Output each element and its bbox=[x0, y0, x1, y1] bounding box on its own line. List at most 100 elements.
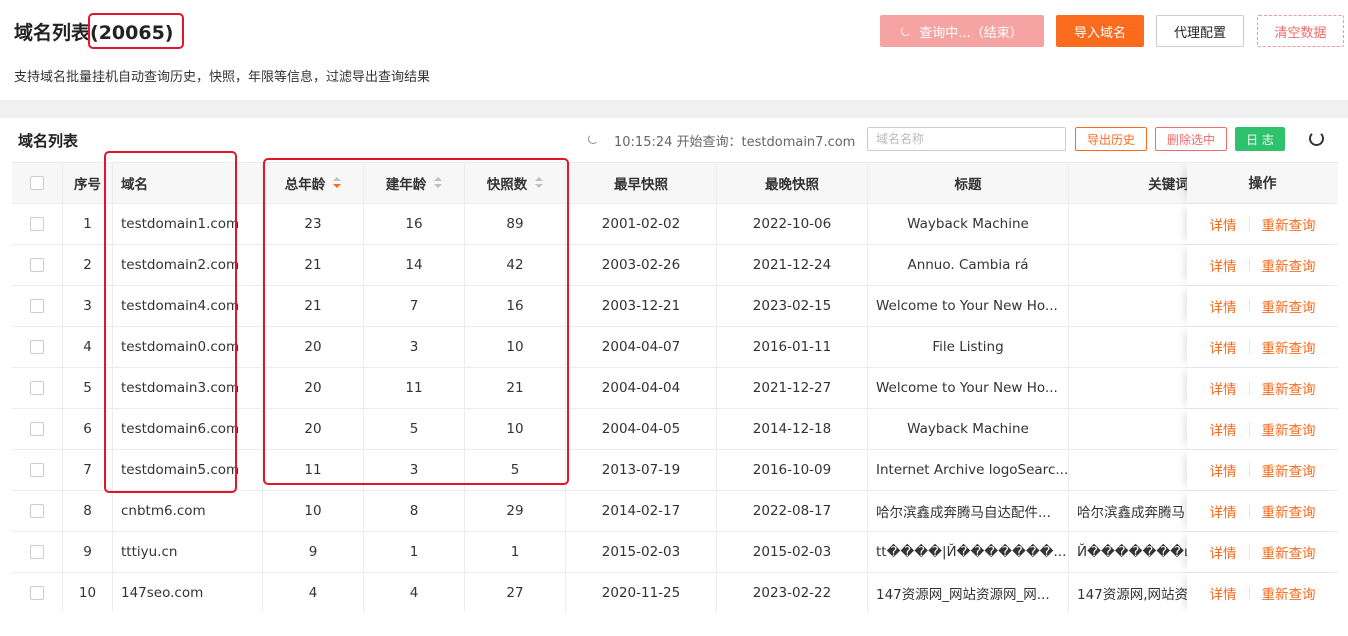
cell-no: 10 bbox=[63, 573, 113, 612]
cell-total-age: 20 bbox=[263, 327, 364, 367]
col-header-build-age[interactable]: 建年龄 bbox=[364, 163, 465, 203]
delete-selected-button[interactable]: 删除选中 bbox=[1155, 127, 1227, 151]
sort-desc-icon[interactable] bbox=[333, 177, 342, 189]
row-select-cell bbox=[12, 327, 63, 367]
cell-latest: 2021-12-24 bbox=[717, 245, 868, 285]
table-row: 5 testdomain3.com 20 11 21 2004-04-04 2021-12-… bbox=[12, 368, 1338, 409]
table-row: 9 tttiyu.cn 9 1 1 2015-02-03 2015-02-03 tt����|… bbox=[12, 532, 1338, 573]
cell-earliest: 2015-02-03 bbox=[566, 532, 717, 572]
requery-link[interactable]: 重新查询 bbox=[1262, 337, 1316, 357]
querying-stop-button[interactable]: 查询中...（结束） bbox=[880, 15, 1044, 47]
action-divider bbox=[1248, 340, 1250, 354]
sort-icon[interactable] bbox=[535, 177, 544, 189]
requery-link[interactable]: 重新查询 bbox=[1262, 378, 1316, 398]
detail-link[interactable]: 详情 bbox=[1210, 583, 1237, 603]
detail-link[interactable]: 详情 bbox=[1210, 378, 1237, 398]
cell-snapshots: 16 bbox=[465, 286, 566, 326]
action-divider bbox=[1248, 545, 1250, 559]
detail-link[interactable]: 详情 bbox=[1210, 296, 1237, 316]
requery-link[interactable]: 重新查询 bbox=[1262, 460, 1316, 480]
cell-latest: 2022-10-06 bbox=[717, 204, 868, 244]
cell-snapshots: 27 bbox=[465, 573, 566, 612]
cell-title: File Listing bbox=[868, 327, 1069, 367]
cell-total-age: 21 bbox=[263, 286, 364, 326]
cell-latest: 2023-02-22 bbox=[717, 573, 868, 612]
export-history-button[interactable]: 导出历史 bbox=[1075, 127, 1147, 151]
query-status-text: 10:15:24 开始查询：testdomain7.com bbox=[614, 135, 856, 150]
cell-domain: testdomain1.com bbox=[113, 204, 263, 244]
detail-link[interactable]: 详情 bbox=[1210, 542, 1237, 562]
import-domains-button[interactable]: 导入域名 bbox=[1056, 15, 1144, 47]
cell-build-age: 1 bbox=[364, 532, 465, 572]
proxy-config-button[interactable]: 代理配置 bbox=[1156, 15, 1244, 47]
col-header-snapshots[interactable]: 快照数 bbox=[465, 163, 566, 203]
row-checkbox[interactable] bbox=[30, 217, 44, 231]
detail-link[interactable]: 详情 bbox=[1210, 337, 1237, 357]
requery-link[interactable]: 重新查询 bbox=[1262, 214, 1316, 234]
action-divider bbox=[1248, 258, 1250, 272]
table-row: 10 147seo.com 4 4 27 2020-11-25 2023-02-22 147资… bbox=[12, 573, 1338, 612]
cell-earliest: 2004-04-07 bbox=[566, 327, 717, 367]
cell-latest: 2022-08-17 bbox=[717, 491, 868, 531]
row-checkbox[interactable] bbox=[30, 586, 44, 600]
refresh-icon[interactable] bbox=[1309, 131, 1324, 146]
cell-domain: cnbtm6.com bbox=[113, 491, 263, 531]
table-row: 3 testdomain4.com 21 7 16 2003-12-21 2023-02-1… bbox=[12, 286, 1338, 327]
requery-link[interactable]: 重新查询 bbox=[1262, 501, 1316, 521]
cell-total-age: 9 bbox=[263, 532, 364, 572]
cell-no: 6 bbox=[63, 409, 113, 449]
table-row: 2 testdomain2.com 21 14 42 2003-02-26 2021-12-… bbox=[12, 245, 1338, 286]
detail-link[interactable]: 详情 bbox=[1210, 501, 1237, 521]
clear-data-button[interactable]: 清空数据 bbox=[1257, 15, 1344, 47]
cell-latest: 2014-12-18 bbox=[717, 409, 868, 449]
cell-domain: testdomain3.com bbox=[113, 368, 263, 408]
domain-list-card: 域名列表 10:15:24 开始查询：testdomain7.com 导出历史 … bbox=[0, 118, 1348, 636]
cell-earliest: 2004-04-04 bbox=[566, 368, 717, 408]
cell-build-age: 14 bbox=[364, 245, 465, 285]
row-checkbox[interactable] bbox=[30, 422, 44, 436]
sort-icon[interactable] bbox=[434, 177, 443, 189]
cell-latest: 2016-10-09 bbox=[717, 450, 868, 490]
cell-domain: tttiyu.cn bbox=[113, 532, 263, 572]
requery-link[interactable]: 重新查询 bbox=[1262, 255, 1316, 275]
row-checkbox[interactable] bbox=[30, 504, 44, 518]
cell-title: Welcome to Your New Ho... bbox=[868, 368, 1069, 408]
detail-link[interactable]: 详情 bbox=[1210, 214, 1237, 234]
requery-link[interactable]: 重新查询 bbox=[1262, 296, 1316, 316]
col-header-latest: 最晚快照 bbox=[717, 163, 868, 203]
section-divider bbox=[0, 100, 1348, 118]
page-title-text: 域名列表 bbox=[14, 22, 91, 44]
row-checkbox[interactable] bbox=[30, 340, 44, 354]
cell-no: 2 bbox=[63, 245, 113, 285]
cell-no: 4 bbox=[63, 327, 113, 367]
detail-link[interactable]: 详情 bbox=[1210, 419, 1237, 439]
log-button[interactable]: 日 志 bbox=[1235, 127, 1285, 151]
col-header-total-age[interactable]: 总年龄 bbox=[263, 163, 364, 203]
detail-link[interactable]: 详情 bbox=[1210, 255, 1237, 275]
cell-earliest: 2001-02-02 bbox=[566, 204, 717, 244]
select-all-checkbox[interactable] bbox=[30, 176, 44, 190]
cell-no: 9 bbox=[63, 532, 113, 572]
loading-spinner-icon bbox=[901, 26, 912, 36]
action-divider bbox=[1248, 463, 1250, 477]
cell-total-age: 10 bbox=[263, 491, 364, 531]
cell-snapshots: 1 bbox=[465, 532, 566, 572]
querying-stop-label: 查询中...（结束） bbox=[919, 25, 1023, 41]
row-select-cell bbox=[12, 450, 63, 490]
row-select-cell bbox=[12, 491, 63, 531]
domain-search-input[interactable] bbox=[867, 127, 1066, 151]
row-checkbox[interactable] bbox=[30, 299, 44, 313]
count-highlight-box bbox=[88, 13, 184, 49]
cell-build-age: 4 bbox=[364, 573, 465, 612]
row-checkbox[interactable] bbox=[30, 381, 44, 395]
cell-snapshots: 42 bbox=[465, 245, 566, 285]
table-row: 6 testdomain6.com 20 5 10 2004-04-05 2014-12-1… bbox=[12, 409, 1338, 450]
row-checkbox[interactable] bbox=[30, 463, 44, 477]
requery-link[interactable]: 重新查询 bbox=[1262, 419, 1316, 439]
requery-link[interactable]: 重新查询 bbox=[1262, 583, 1316, 603]
requery-link[interactable]: 重新查询 bbox=[1262, 542, 1316, 562]
row-checkbox[interactable] bbox=[30, 545, 44, 559]
detail-link[interactable]: 详情 bbox=[1210, 460, 1237, 480]
col-header-snapshots-label: 快照数 bbox=[486, 177, 528, 193]
row-checkbox[interactable] bbox=[30, 258, 44, 272]
